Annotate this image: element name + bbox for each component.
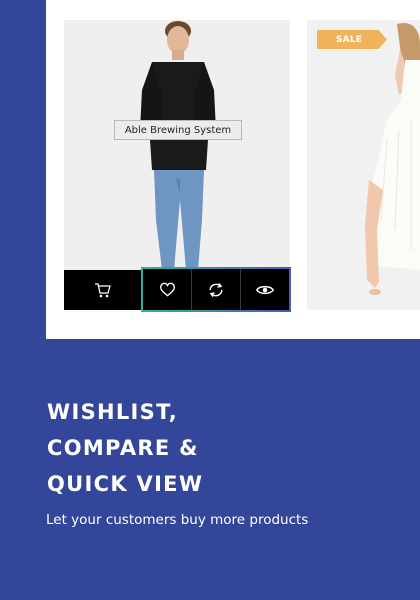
quick-view-button[interactable] [241, 269, 289, 310]
sale-badge: SALE [317, 30, 387, 49]
product-action-bar [141, 267, 291, 312]
eye-icon [256, 285, 274, 294]
wishlist-button[interactable] [143, 269, 192, 310]
headline-line: WISHLIST, [47, 400, 179, 424]
shopping-cart-icon [95, 283, 111, 298]
add-to-cart-button[interactable] [64, 270, 142, 310]
feature-subtitle: Let your customers buy more products [46, 512, 309, 528]
refresh-icon [209, 282, 223, 297]
compare-button[interactable] [192, 269, 241, 310]
product-card[interactable] [307, 20, 420, 310]
feature-headline: WISHLIST, COMPARE & QUICK VIEW [47, 394, 203, 502]
heart-icon [159, 282, 175, 297]
headline-line: QUICK VIEW [47, 472, 204, 496]
product-image-woman-dress[interactable] [307, 20, 420, 310]
headline-line: COMPARE & [47, 436, 199, 460]
product-tooltip: Able Brewing System [114, 120, 242, 140]
